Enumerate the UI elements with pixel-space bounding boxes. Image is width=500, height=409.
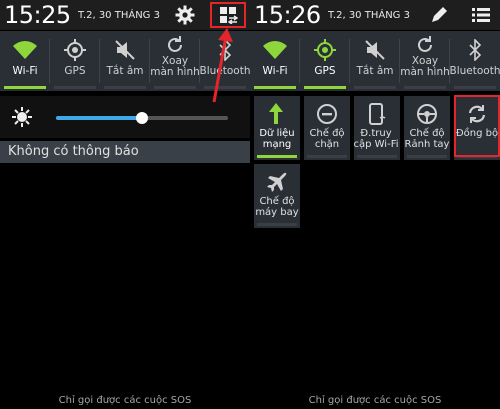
red-arrow-annotation bbox=[212, 28, 233, 103]
